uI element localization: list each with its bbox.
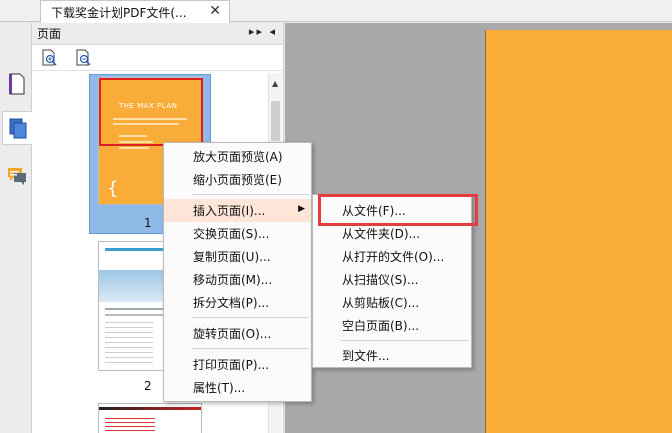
menu-item-insert-pages[interactable]: 插入页面(I)... ▶ <box>164 199 311 222</box>
thumbnail-highlight-frame <box>99 78 203 146</box>
scroll-up-icon[interactable]: ▲ <box>272 79 278 88</box>
expand-icon[interactable]: ▸▸ <box>249 25 264 38</box>
navigation-strip <box>0 23 32 433</box>
menu-separator <box>341 340 469 341</box>
bookmark-icon <box>9 73 25 95</box>
zoom-out-page-icon[interactable] <box>75 49 93 67</box>
menu-item-label: 插入页面(I)... <box>193 204 266 218</box>
menu-separator <box>192 348 309 349</box>
menu-item-split-document[interactable]: 拆分文档(P)... <box>164 291 311 314</box>
submenu-item-blank-page[interactable]: 空白页面(B)... <box>313 314 471 337</box>
bookmark-button[interactable] <box>2 67 32 101</box>
panel-collapse-controls[interactable]: ▸▸ ◂ <box>249 25 277 38</box>
menu-item-zoom-in-preview[interactable]: 放大页面预览(A) <box>164 145 311 168</box>
pages-icon <box>9 118 26 139</box>
panel-toolbar <box>32 45 283 71</box>
submenu-arrow-icon: ▶ <box>298 204 305 214</box>
comments-button[interactable] <box>2 159 32 193</box>
highlight-box <box>318 194 478 226</box>
text-line <box>119 141 153 143</box>
text-block <box>105 322 153 366</box>
menu-item-print-pages[interactable]: 打印页面(P)... <box>164 353 311 376</box>
pages-button[interactable] <box>2 111 32 145</box>
menu-item-rotate-pages[interactable]: 旋转页面(O)... <box>164 322 311 345</box>
panel-header: 页面 ▸▸ ◂ <box>32 23 283 45</box>
submenu-item-from-clipboard[interactable]: 从剪贴板(C)... <box>313 291 471 314</box>
page-number: 2 <box>144 379 152 393</box>
submenu-item-from-open-files[interactable]: 从打开的文件(O)... <box>313 245 471 268</box>
page-thumbnail-3[interactable] <box>98 403 202 433</box>
text-line <box>119 147 149 149</box>
menu-separator <box>192 317 309 318</box>
page-number: 1 <box>144 216 152 230</box>
document-page <box>485 30 672 433</box>
panel-title: 页面 <box>37 27 62 41</box>
text-line <box>113 118 187 120</box>
tab-bar: 下载奖金计划PDF文件(... ✕ <box>0 0 672 23</box>
close-icon[interactable]: ✕ <box>209 3 221 19</box>
menu-item-swap-pages[interactable]: 交换页面(S)... <box>164 222 311 245</box>
text-line <box>105 308 167 310</box>
text-block <box>105 418 155 433</box>
collapse-icon[interactable]: ◂ <box>269 25 277 38</box>
document-tab-title: 下载奖金计划PDF文件(... <box>51 5 187 20</box>
menu-item-zoom-out-preview[interactable]: 缩小页面预览(E) <box>164 168 311 191</box>
cover-title: THE MAX PLAN <box>119 102 178 110</box>
text-line <box>119 135 147 137</box>
scrollbar-thumb[interactable] <box>271 101 280 141</box>
document-tab[interactable]: 下载奖金计划PDF文件(... ✕ <box>40 0 230 23</box>
menu-separator <box>192 194 309 195</box>
menu-item-properties[interactable]: 属性(T)... <box>164 376 311 399</box>
submenu-item-to-file[interactable]: 到文件... <box>313 344 471 367</box>
comments-icon <box>8 168 26 185</box>
submenu-item-from-scanner[interactable]: 从扫描仪(S)... <box>313 268 471 291</box>
menu-item-move-pages[interactable]: 移动页面(M)... <box>164 268 311 291</box>
page-context-menu: 放大页面预览(A) 缩小页面预览(E) 插入页面(I)... ▶ 交换页面(S)… <box>163 142 312 402</box>
menu-item-copy-pages[interactable]: 复制页面(U)... <box>164 245 311 268</box>
zoom-in-page-icon[interactable] <box>41 49 59 67</box>
text-line <box>113 123 179 125</box>
brace-decoration: { <box>107 178 119 199</box>
text-line <box>99 407 201 410</box>
